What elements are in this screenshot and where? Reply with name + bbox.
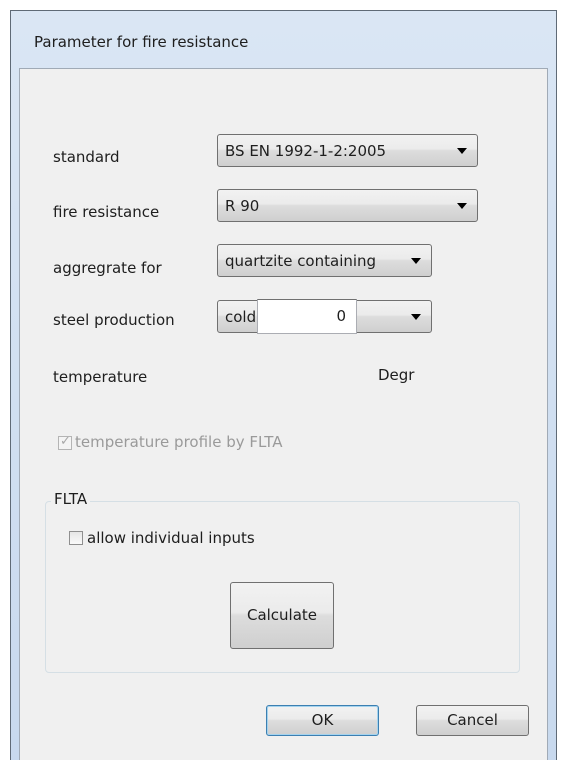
- temperature-unit: Degr: [378, 366, 415, 384]
- dialog-title: Parameter for fire resistance: [34, 33, 249, 51]
- cancel-button[interactable]: Cancel: [416, 705, 529, 736]
- standard-dropdown[interactable]: BS EN 1992-1-2:2005: [217, 134, 478, 167]
- ok-button[interactable]: OK: [266, 705, 379, 736]
- fire-resistance-value: R 90: [225, 197, 260, 215]
- checkmark-icon: ✓: [60, 434, 71, 449]
- steel-production-label: steel production: [53, 311, 175, 329]
- chevron-down-icon: [457, 148, 467, 154]
- temperature-input[interactable]: 0: [257, 299, 357, 334]
- chevron-down-icon: [457, 203, 467, 209]
- fire-resistance-label: fire resistance: [53, 203, 160, 221]
- temperature-profile-label: temperature profile by FLTA: [75, 433, 283, 451]
- aggregate-label: aggregrate for: [53, 259, 162, 277]
- chevron-down-icon: [411, 258, 421, 264]
- allow-individual-inputs-label: allow individual inputs: [87, 529, 255, 547]
- calculate-button[interactable]: Calculate: [230, 582, 334, 649]
- temperature-label: temperature: [53, 368, 148, 386]
- standard-label: standard: [53, 148, 120, 166]
- flta-group-title: FLTA: [51, 490, 91, 508]
- fire-resistance-dialog: Parameter for fire resistance standard B…: [10, 10, 557, 760]
- dialog-content: standard BS EN 1992-1-2:2005 fire resist…: [19, 68, 548, 760]
- title-bar[interactable]: Parameter for fire resistance: [11, 11, 556, 68]
- allow-individual-inputs-checkbox[interactable]: [69, 531, 83, 545]
- chevron-down-icon: [411, 314, 421, 320]
- fire-resistance-dropdown[interactable]: R 90: [217, 189, 478, 222]
- aggregate-value: quartzite containing: [225, 252, 377, 270]
- standard-value: BS EN 1992-1-2:2005: [225, 142, 387, 160]
- aggregate-dropdown[interactable]: quartzite containing: [217, 244, 432, 277]
- temperature-profile-checkbox[interactable]: ✓: [58, 434, 72, 450]
